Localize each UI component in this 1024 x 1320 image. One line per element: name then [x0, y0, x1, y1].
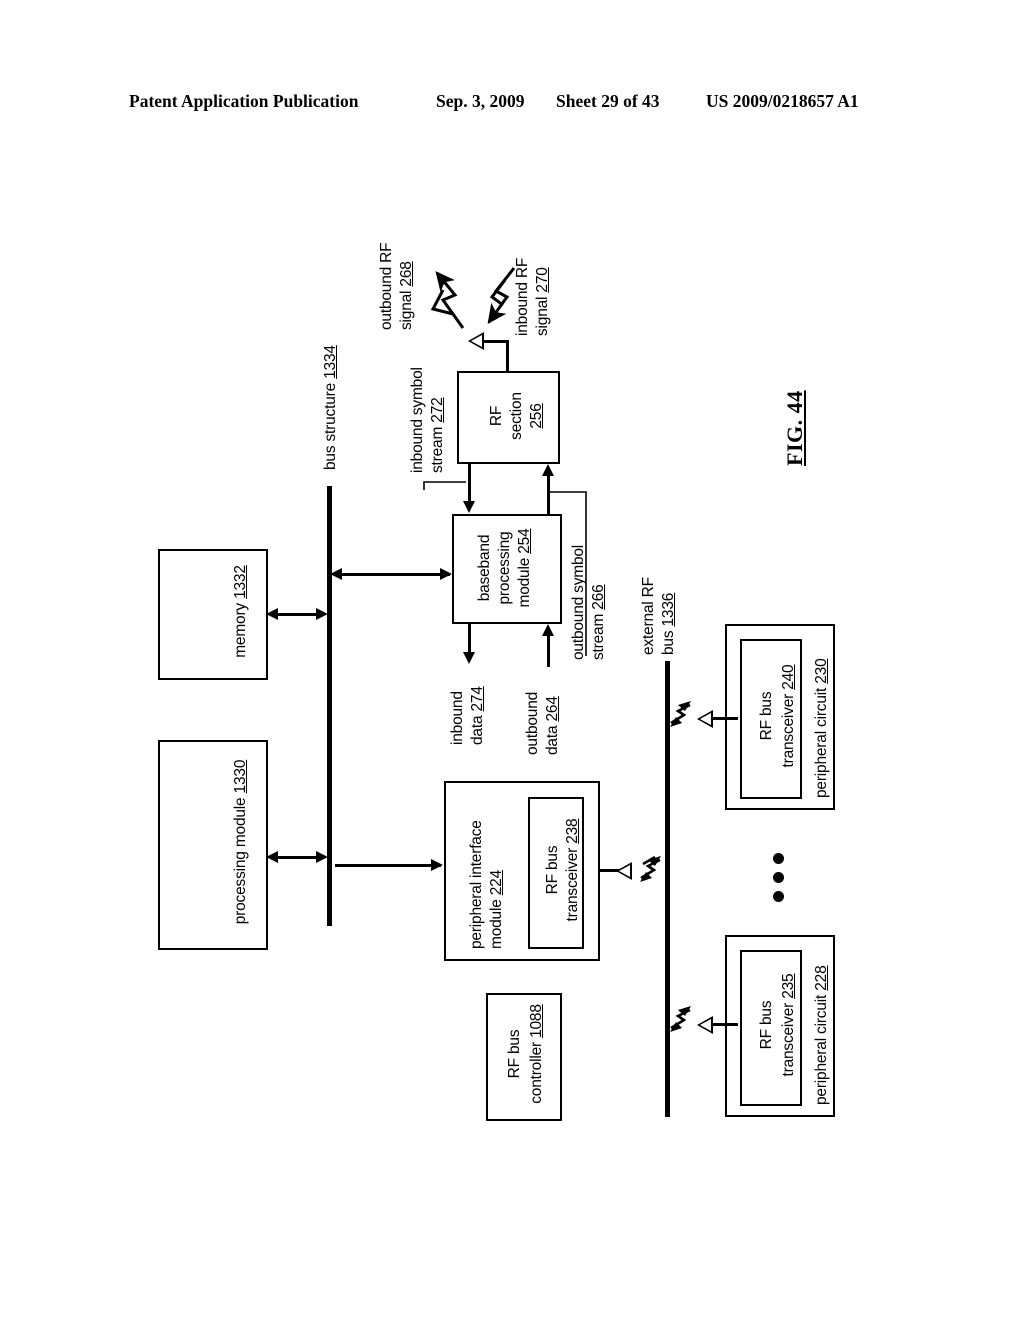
rf-bus-transceiver-240-line1: RF bus [758, 691, 775, 741]
antenna-stem-vertical [506, 342, 509, 372]
baseband-label-line2: processing [496, 531, 513, 605]
processing-module-label: processing module 1330 [232, 759, 249, 925]
page-header: Patent Application Publication Sep. 3, 2… [0, 88, 1024, 114]
peripheral-circuit-230-label: peripheral circuit 230 [813, 658, 830, 799]
arrowhead-right-processing [316, 851, 328, 863]
external-rf-bus-label-line1: external RF [640, 577, 657, 655]
transceiver-240-antenna-lead [710, 717, 738, 720]
memory-block: memory 1332 [158, 549, 268, 680]
inbound-data-label-line1: inbound [449, 691, 466, 745]
rf-bus-transceiver-240-line2: transceiver 240 [780, 664, 797, 768]
external-rf-bus-line [665, 661, 670, 1117]
arrowhead-up-outbound-symbol [542, 464, 554, 476]
baseband-label-line3: module 254 [516, 528, 533, 608]
arrowhead-up-outbound-data [542, 624, 554, 636]
rf-bus-transceiver-235-block: RF bus transceiver 235 [740, 950, 802, 1106]
patent-figure-page: Patent Application Publication Sep. 3, 2… [0, 0, 1024, 1320]
peripheral-circuit-230-block: peripheral circuit 230 RF bus transceive… [725, 624, 835, 810]
header-date: Sep. 3, 2009 [436, 91, 525, 111]
outbound-data-label-line2: data 264 [544, 696, 561, 755]
outbound-data-line [547, 635, 550, 667]
vertical-ellipsis-icon-dot-3 [773, 891, 784, 902]
antenna-icon-235-inner [700, 1019, 711, 1031]
baseband-bus-connector [335, 573, 450, 576]
header-sheet: Sheet 29 of 43 [556, 91, 660, 111]
vertical-ellipsis-icon-dot-2 [773, 872, 784, 883]
rf-bus-controller-block: RF bus controller 1088 [486, 993, 562, 1121]
outbound-symbol-stream-line [547, 475, 550, 514]
inbound-symbol-stream-label-line2: stream 272 [429, 397, 446, 473]
header-publication: Patent Application Publication [129, 91, 359, 111]
inbound-symbol-stream-label-line1: inbound symbol [409, 367, 426, 473]
peripheral-circuit-228-block: peripheral circuit 228 RF bus transceive… [725, 935, 835, 1117]
rf-bus-transceiver-238-line2: transceiver 238 [564, 818, 581, 922]
rf-section-label-line2: section [508, 392, 525, 440]
diagram-vector-overlay [423, 267, 691, 1032]
transceiver-235-antenna-lead [710, 1023, 738, 1026]
external-rf-bus-label-line2: bus 1336 [660, 592, 677, 655]
arrowhead-right-baseband [440, 568, 452, 580]
processing-module-block: processing module 1330 [158, 740, 268, 950]
antenna-icon-inner [471, 335, 482, 347]
peripheral-circuit-228-label: peripheral circuit 228 [813, 965, 830, 1106]
inbound-rf-signal-label-line2: signal 270 [534, 267, 551, 336]
inbound-rf-signal-label-line1: inbound RF [514, 257, 531, 336]
inbound-symbol-stream-line [468, 464, 471, 503]
peripheral-interface-label-line2: module 224 [488, 869, 505, 949]
rf-section-label-line1: RF [488, 405, 505, 427]
arrowhead-left-memory [266, 608, 278, 620]
rf-bus-transceiver-238-block: RF bus transceiver 238 [528, 797, 584, 949]
lightning-bolt-icon-outbound [430, 271, 465, 329]
rf-link-arrow-240 [670, 701, 691, 727]
arrowhead-right-peripheral-interface [431, 859, 443, 871]
antenna-icon-240-inner [700, 713, 711, 725]
bus-peripheral-interface-connector [335, 864, 441, 867]
header-patent-number: US 2009/0218657 A1 [706, 91, 859, 111]
rf-bus-transceiver-235-line1: RF bus [758, 1000, 775, 1050]
lightning-bolt-icon-inbound [487, 267, 516, 324]
rf-section-block: RF section 256 [457, 371, 560, 464]
baseband-label-line1: baseband [476, 534, 493, 602]
arrowhead-down-inbound-data [463, 652, 475, 664]
antenna-icon-238-inner [619, 865, 630, 877]
baseband-processing-module-block: baseband processing module 254 [452, 514, 562, 624]
rf-bus-controller-line2: controller 1088 [528, 1004, 545, 1104]
antenna-stem-horizontal [483, 340, 509, 343]
outbound-symbol-stream-label-line1: outbound symbol [570, 544, 587, 660]
outbound-rf-signal-label-line1: outbound RF [378, 242, 395, 330]
rf-bus-transceiver-240-block: RF bus transceiver 240 [740, 639, 802, 799]
rf-bus-transceiver-238-line1: RF bus [544, 845, 561, 895]
outbound-rf-signal-label-line2: signal 268 [398, 261, 415, 330]
peripheral-interface-label-line1: peripheral interface [468, 820, 485, 949]
rf-link-arrow-238 [640, 855, 661, 882]
leader-line-inbound-symbol-stream [423, 481, 466, 490]
rf-bus-transceiver-235-line2: transceiver 235 [780, 973, 797, 1077]
inbound-data-label-line2: data 274 [469, 686, 486, 745]
arrowhead-left-baseband [330, 568, 342, 580]
vertical-ellipsis-icon-dot-1 [773, 853, 784, 864]
arrowhead-right-memory [316, 608, 328, 620]
rf-bus-controller-line1: RF bus [506, 1029, 523, 1079]
rf-link-arrow-235 [670, 1006, 691, 1032]
peripheral-interface-module-block: peripheral interface module 224 RF bus t… [444, 781, 600, 961]
outbound-data-label-line1: outbound [524, 691, 541, 755]
arrowhead-left-processing [266, 851, 278, 863]
outbound-symbol-stream-label-line2: stream 266 [590, 584, 607, 660]
arrowhead-down-inbound-symbol [463, 501, 475, 513]
bus-structure-label: bus structure 1334 [322, 345, 339, 470]
figure-label: FIG. 44 [782, 390, 807, 466]
memory-label: memory 1332 [232, 565, 249, 658]
rf-section-ref: 256 [528, 403, 545, 429]
